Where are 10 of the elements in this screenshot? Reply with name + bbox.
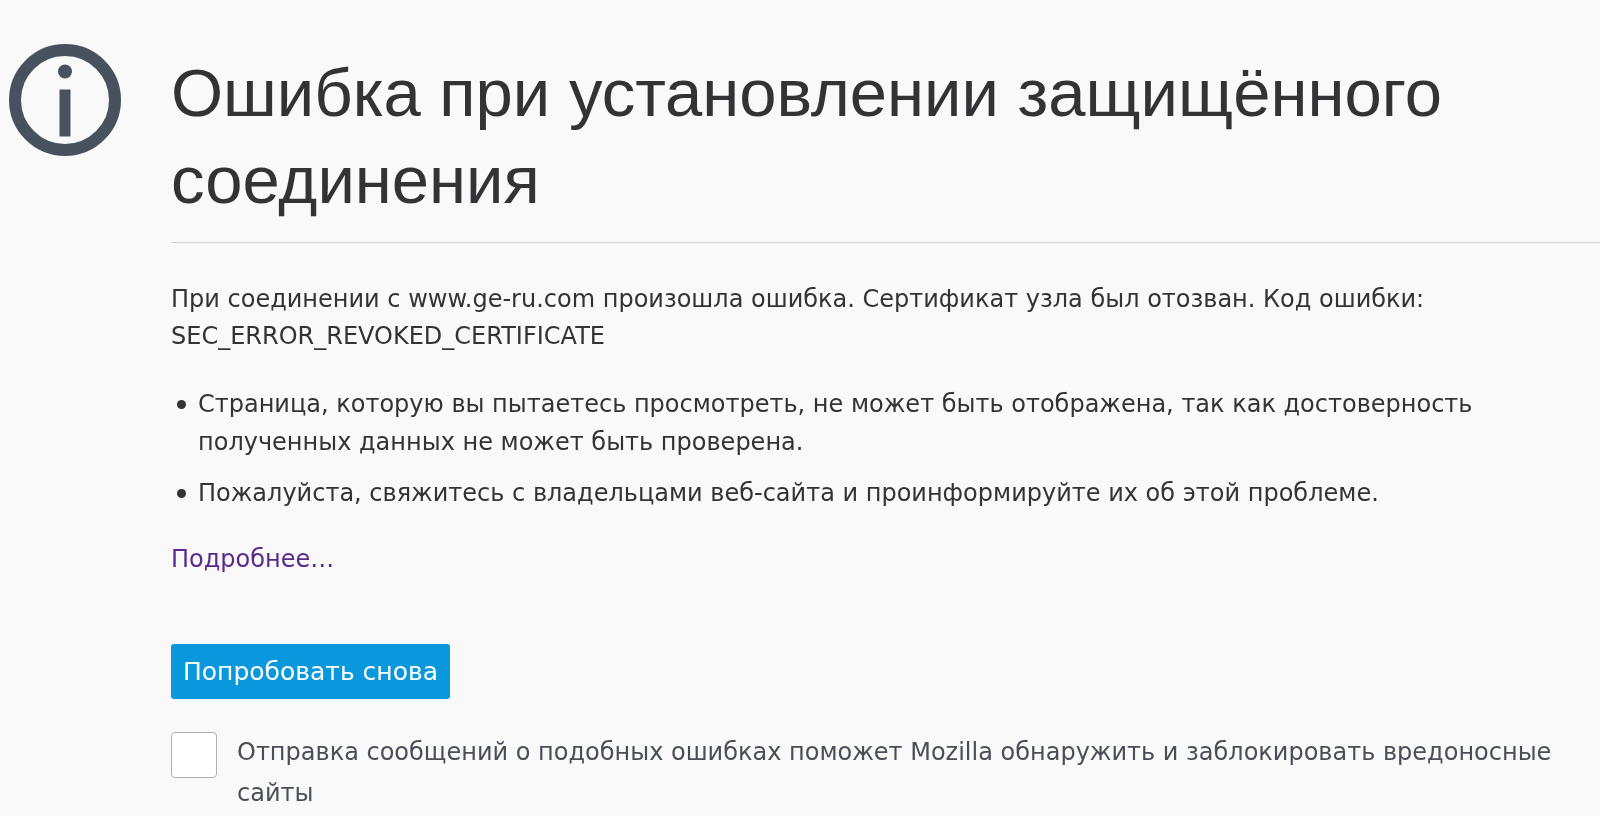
report-checkbox[interactable] [171,732,217,778]
bullet-icon [177,400,186,409]
page-title: Ошибка при установлении защищённого соединения [171,54,1443,219]
info-icon [9,44,121,156]
bullet-icon [177,489,186,498]
bullet-text: Пожалуйста, свяжитесь с владельцами веб-сайта и проинформируйте их об этой проблеме. [198,478,1379,509]
error-description: При соединении с www.ge-ru.com произошла ошибка. Сертификат узла был отозван. Код ошибки: SEC_ERROR_REVOKED_CERTIFICATE [171,284,1426,352]
bullet-text: Страница, которую вы пытаетесь просмотреть, не может быть отображена, так как достоверность полученных данных не может быть проверена. [198,389,1474,458]
advanced-link[interactable]: Подробнее… [171,545,335,573]
checkbox-label: Отправка сообщений о подобных ошибках поможет Mozilla обнаружить и заблокировать вредоносные сайты [237,737,1553,809]
